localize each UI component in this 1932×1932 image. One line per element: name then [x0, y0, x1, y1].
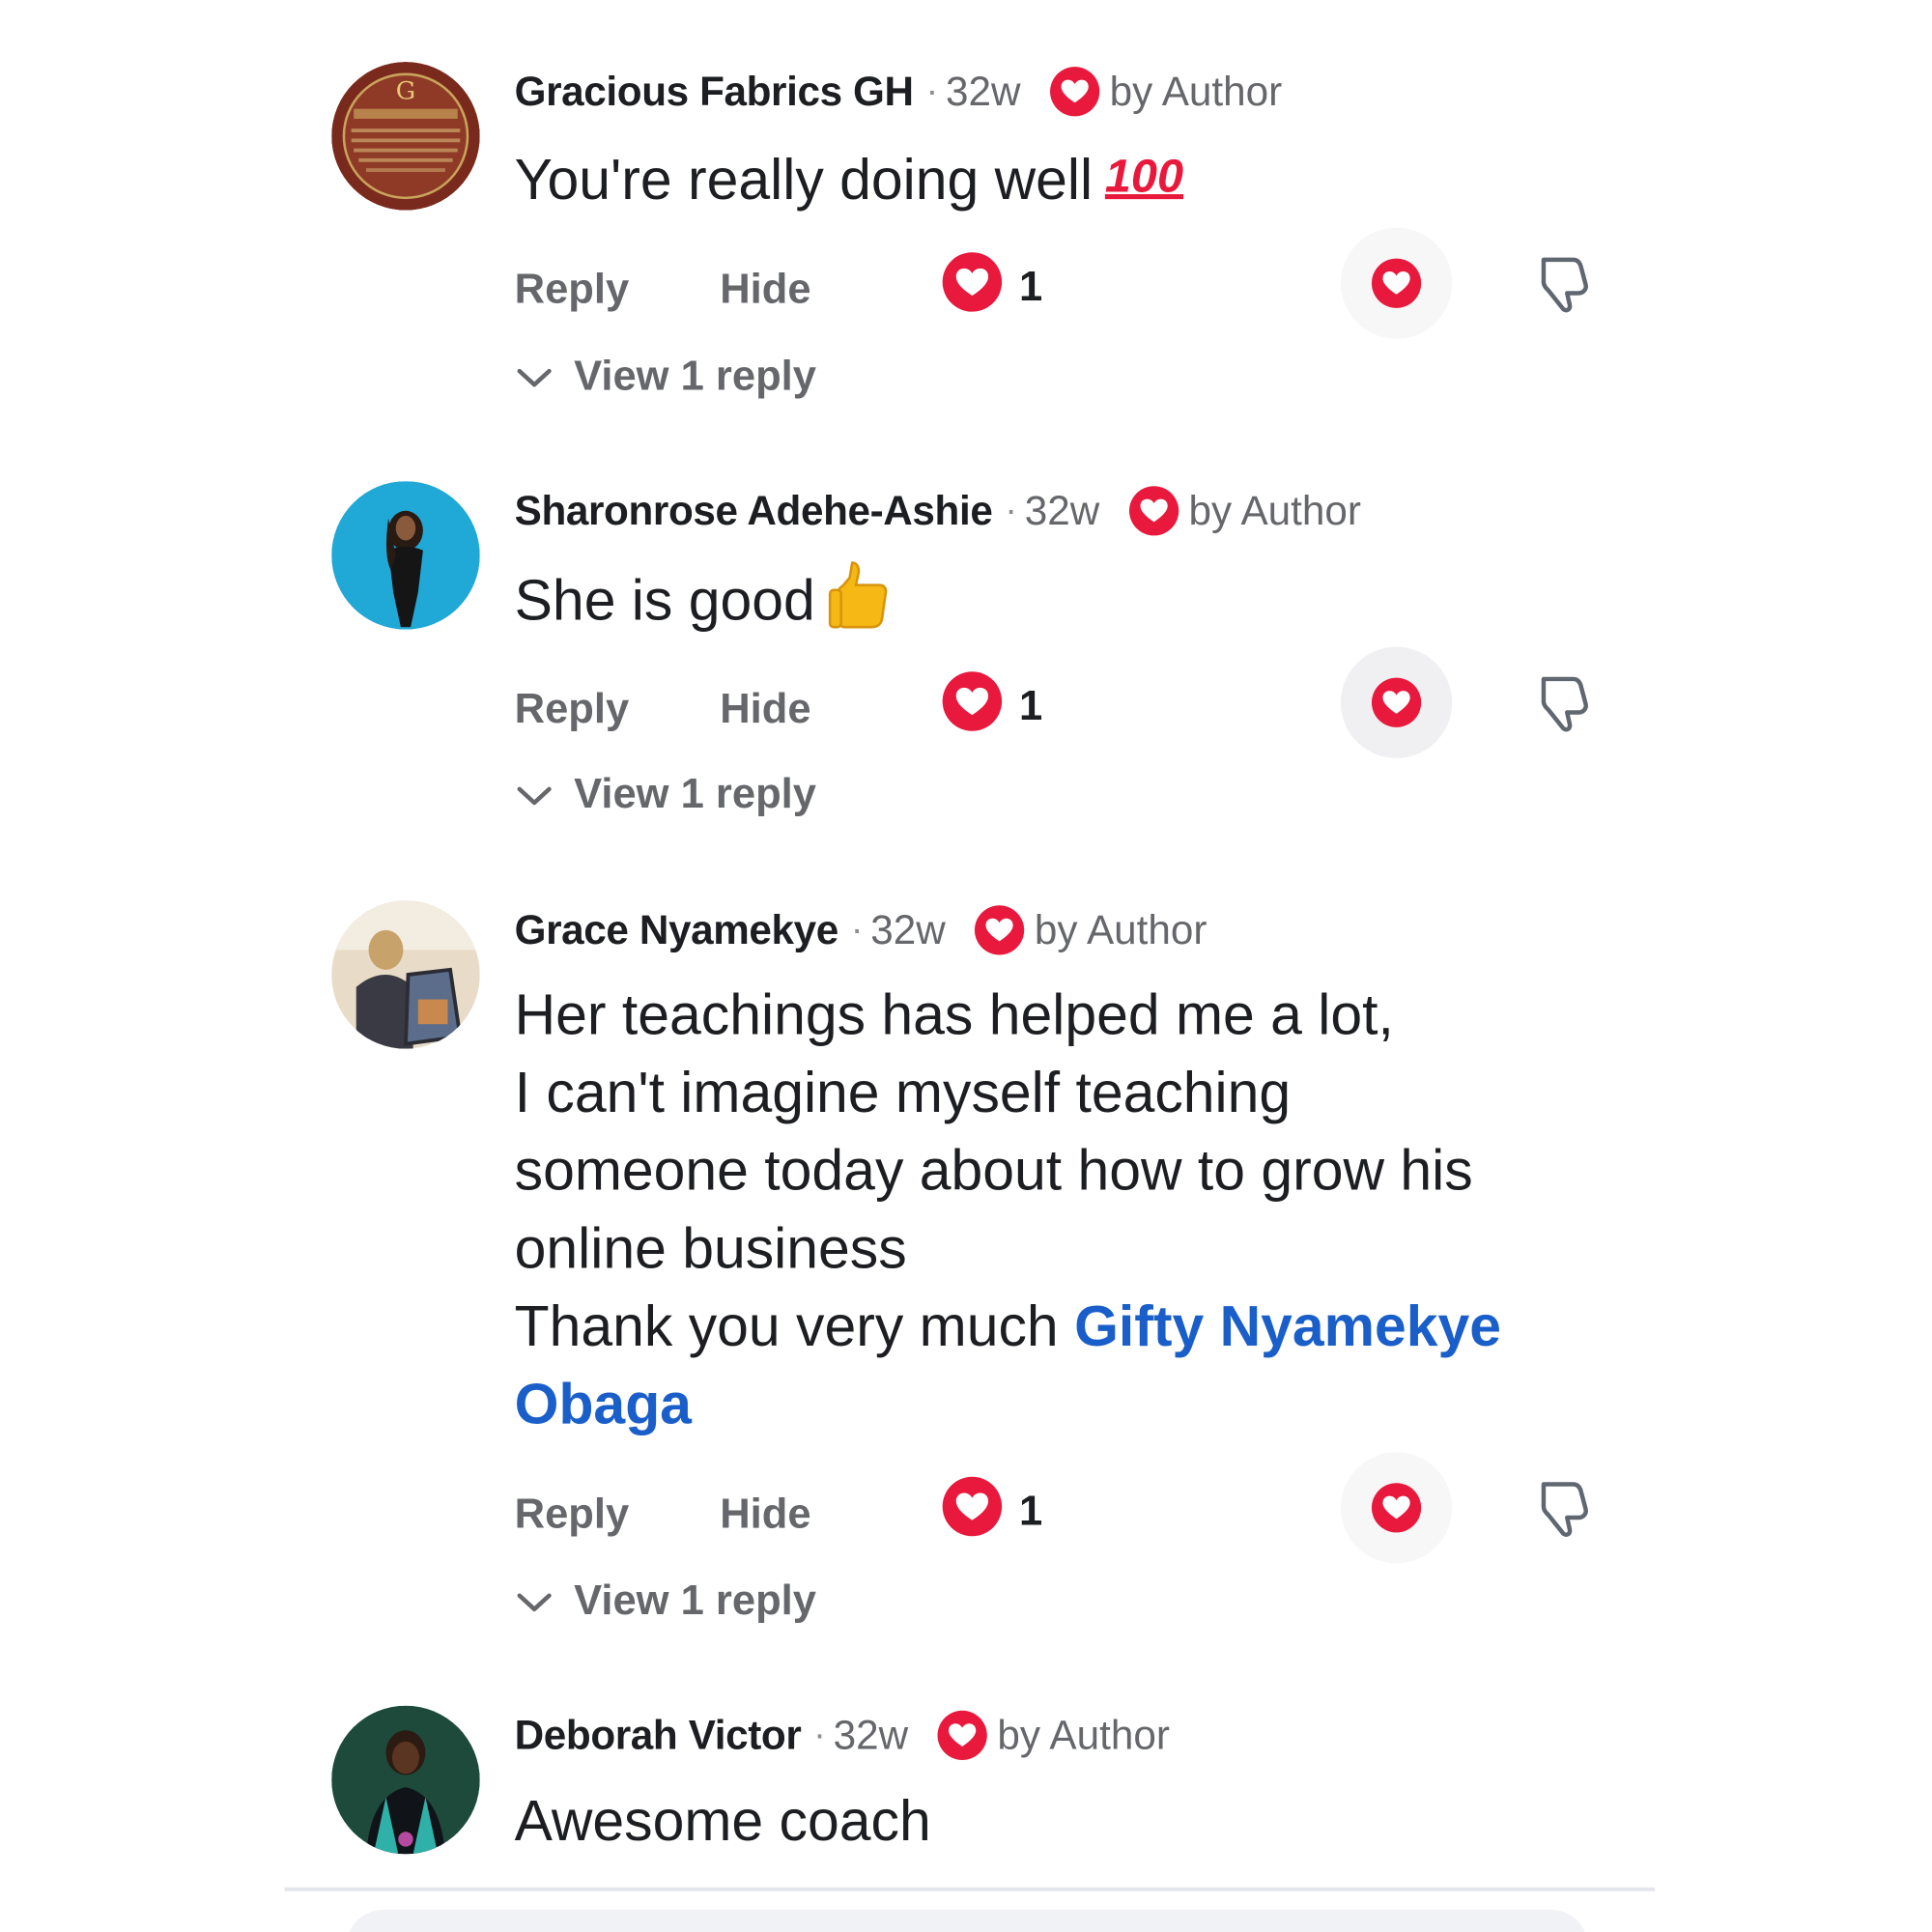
hide-button[interactable]: Hide — [720, 684, 810, 733]
reply-button[interactable]: Reply — [515, 684, 630, 733]
comment-actions: Reply Hide 1 — [0, 227, 1932, 339]
thumbs-down-icon[interactable] — [1534, 1477, 1593, 1539]
hide-button[interactable]: Hide — [720, 265, 810, 314]
separator: · — [813, 1714, 826, 1755]
heart-icon — [1369, 256, 1423, 310]
view-replies-label: View 1 reply — [574, 770, 816, 818]
view-replies-button[interactable]: View 1 reply — [515, 352, 816, 401]
comment-line: someone today about how to grow his — [514, 1137, 1473, 1203]
commenter-name[interactable]: Grace Nyamekye — [515, 905, 839, 954]
comment-actions: Reply Hide 1 — [0, 646, 1932, 758]
comment-actions: Reply Hide 1 — [0, 1452, 1932, 1564]
svg-text:G: G — [396, 76, 415, 105]
chevron-down-icon — [515, 780, 554, 810]
chevron-down-icon — [515, 1585, 554, 1615]
comment-line: You're really doing well — [514, 147, 1094, 212]
chevron-down-icon — [515, 361, 554, 391]
comment-text: Awesome coach — [515, 1782, 1628, 1861]
heart-icon[interactable] — [940, 250, 1005, 315]
comment-line: Her teachings has helped me a lot, — [514, 981, 1394, 1047]
comments-screen: G Gracious Fabrics GH · 32w by Author Yo… — [0, 0, 1932, 1932]
avatar[interactable] — [331, 900, 480, 1049]
author-reaction-label: by Author — [1034, 906, 1208, 952]
heart-icon — [1369, 1481, 1423, 1535]
reply-button[interactable]: Reply — [515, 1490, 630, 1539]
comment-line: Thank you very much — [514, 1293, 1075, 1358]
reaction-count[interactable]: 1 — [1019, 682, 1042, 731]
comment-header: Sharonrose Adehe-Ashie · 32w by Author — [515, 484, 1361, 538]
heart-icon — [1126, 484, 1180, 538]
timestamp[interactable]: 32w — [946, 67, 1021, 116]
comment-text: Her teachings has helped me a lot, I can… — [515, 976, 1628, 1443]
view-replies-label: View 1 reply — [574, 1577, 816, 1625]
like-button[interactable] — [1340, 1452, 1453, 1564]
heart-icon — [1369, 675, 1423, 729]
thumbs-down-icon[interactable] — [1534, 671, 1593, 733]
timestamp[interactable]: 32w — [1025, 486, 1100, 535]
comment-line: Awesome coach — [514, 1788, 931, 1854]
mention-link[interactable]: Obaga — [515, 1372, 692, 1436]
comment-line: I can't imagine myself teaching — [514, 1060, 1292, 1124]
comment-header: Grace Nyamekye · 32w by Author — [515, 903, 1208, 957]
like-button[interactable] — [1340, 646, 1453, 758]
timestamp[interactable]: 32w — [870, 905, 946, 954]
comment-header: Gracious Fabrics GH · 32w by Author — [515, 65, 1283, 119]
separator: · — [850, 909, 864, 951]
comment-line: She is good — [514, 567, 815, 633]
divider — [284, 1887, 1656, 1891]
view-replies-button[interactable]: View 1 reply — [515, 1576, 816, 1625]
thumbs-down-icon[interactable] — [1534, 252, 1593, 314]
heart-icon — [935, 1708, 989, 1762]
heart-icon[interactable] — [940, 669, 1005, 734]
reply-button[interactable]: Reply — [515, 265, 630, 314]
view-replies-label: View 1 reply — [574, 352, 816, 400]
thumbs-up-icon — [828, 557, 893, 632]
author-reaction-label: by Author — [1188, 487, 1361, 533]
hide-button[interactable]: Hide — [720, 1490, 810, 1539]
view-replies-button[interactable]: View 1 reply — [515, 769, 816, 818]
separator: · — [925, 70, 939, 112]
avatar[interactable]: G — [331, 62, 480, 211]
author-reaction-label: by Author — [997, 1712, 1170, 1758]
reaction-count[interactable]: 1 — [1019, 1487, 1042, 1536]
avatar[interactable] — [331, 1705, 480, 1855]
comment-header: Deborah Victor · 32w by Author — [515, 1708, 1170, 1762]
avatar[interactable] — [331, 481, 480, 630]
comment-line: online business — [514, 1215, 907, 1281]
commenter-name[interactable]: Sharonrose Adehe-Ashie — [515, 486, 993, 535]
comment-text: You're really doing well 100 — [515, 138, 1628, 218]
comment-composer[interactable] — [346, 1909, 1589, 1932]
heart-icon[interactable] — [940, 1474, 1005, 1539]
mention-link[interactable]: Gifty Nyamekye — [1074, 1293, 1501, 1358]
like-button[interactable] — [1340, 227, 1453, 339]
reaction-count[interactable]: 1 — [1019, 262, 1042, 311]
comment-text: She is good — [515, 557, 1628, 639]
heart-icon — [973, 903, 1027, 957]
author-reaction-label: by Author — [1109, 68, 1283, 114]
commenter-name[interactable]: Gracious Fabrics GH — [515, 67, 914, 116]
hundred-points-icon: 100 — [1104, 151, 1184, 203]
timestamp[interactable]: 32w — [834, 1711, 909, 1760]
heart-icon — [1048, 65, 1102, 119]
commenter-name[interactable]: Deborah Victor — [515, 1711, 802, 1760]
separator: · — [1005, 490, 1018, 531]
